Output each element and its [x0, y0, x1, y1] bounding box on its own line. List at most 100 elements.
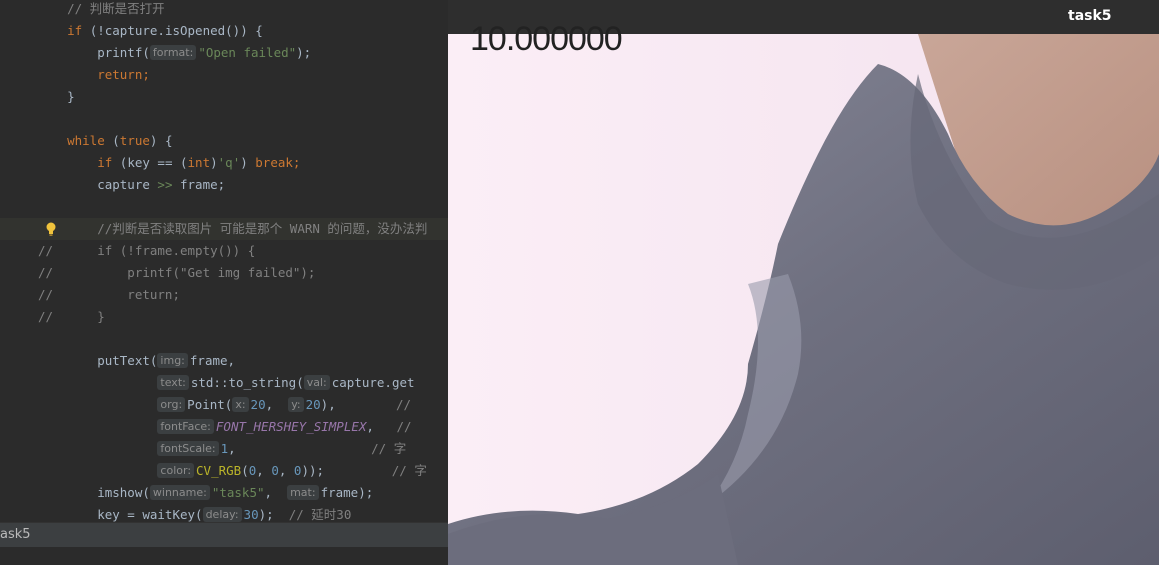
code-token: Point( — [187, 397, 233, 412]
code-token: ); — [296, 45, 312, 60]
code-text: if (!frame.empty()) { — [37, 240, 255, 262]
code-token: capture.get — [331, 375, 415, 390]
code-token: printf("Get img failed"); — [37, 265, 316, 280]
opencv-window[interactable]: task5 10.000000 — [448, 0, 1159, 565]
bottom-bar — [0, 547, 448, 565]
code-token: CV_RGB — [196, 463, 242, 478]
code-text: //判断是否读取图片 可能是那个 WARN 的问题，没办法判 — [37, 218, 427, 240]
parameter-hint: format: — [149, 45, 197, 60]
parameter-hint: y: — [288, 397, 304, 412]
code-line[interactable]: org: Point(x: 20, y: 20), // — [0, 394, 448, 416]
status-bar-text: ask5 — [0, 527, 31, 542]
code-token: ( — [241, 463, 249, 478]
code-text: text: std::to_string(val: capture.get — [37, 372, 415, 394]
code-token: break; — [255, 155, 301, 170]
code-token: >> — [157, 177, 173, 192]
parameter-hint: color: — [157, 463, 195, 478]
code-text: } — [37, 306, 105, 328]
parameter-hint: delay: — [202, 507, 242, 522]
code-line[interactable]: // if (!frame.empty()) { — [0, 240, 448, 262]
code-token: // — [335, 397, 411, 412]
code-token: (key == ( — [119, 155, 188, 170]
code-token: )); — [301, 463, 325, 478]
code-line[interactable]: if (key == (int)'q') break; — [0, 152, 448, 174]
code-text: if (!capture.isOpened()) { — [37, 20, 263, 42]
code-token: } — [37, 309, 105, 324]
code-token: // 字 — [324, 463, 427, 478]
code-token: if — [37, 23, 90, 38]
code-line[interactable]: putText(img: frame, — [0, 350, 448, 372]
code-text: if (key == (int)'q') break; — [37, 152, 300, 174]
code-token: frame, — [189, 353, 236, 368]
code-line[interactable]: text: std::to_string(val: capture.get — [0, 372, 448, 394]
code-token: , — [256, 463, 272, 478]
code-text: capture >> frame; — [37, 174, 225, 196]
code-token: key = waitKey( — [37, 507, 203, 522]
code-token: , — [228, 441, 236, 456]
code-token: , — [366, 419, 374, 434]
code-token: putText( — [37, 353, 158, 368]
code-token: capture — [37, 177, 158, 192]
code-line[interactable]: // printf("Get img failed"); — [0, 262, 448, 284]
code-token: ), — [320, 397, 336, 412]
code-line[interactable]: // } — [0, 306, 448, 328]
code-token: 20 — [305, 397, 321, 412]
code-line[interactable]: return; — [0, 64, 448, 86]
code-token: printf( — [37, 45, 150, 60]
code-token: FONT_HERSHEY_SIMPLEX — [215, 419, 367, 434]
code-text: fontScale: 1, // 字 — [37, 438, 406, 460]
parameter-hint: fontScale: — [157, 441, 219, 456]
code-token: true — [119, 133, 150, 148]
code-token: ) — [210, 155, 218, 170]
parameter-hint: winname: — [149, 485, 210, 500]
code-line[interactable]: fontScale: 1, // 字 — [0, 438, 448, 460]
code-token: ) — [240, 155, 256, 170]
code-text: printf("Get img failed"); — [37, 262, 315, 284]
parameter-hint: text: — [157, 375, 189, 390]
frame-overlay-text: 10.000000 — [470, 20, 623, 58]
code-text: return; — [37, 284, 180, 306]
code-token: ( — [112, 133, 120, 148]
code-line[interactable] — [0, 108, 448, 130]
code-text: while (true) { — [37, 130, 172, 152]
code-token: 0 — [271, 463, 279, 478]
code-token: // 判断是否打开 — [37, 1, 165, 16]
camera-frame — [448, 34, 1159, 565]
code-token: //判断是否读取图片 可能是那个 WARN 的问题，没办法判 — [37, 221, 428, 236]
code-text: org: Point(x: 20, y: 20), // — [37, 394, 411, 416]
parameter-hint: img: — [157, 353, 188, 368]
code-token: // 延时30 — [288, 507, 352, 522]
parameter-hint: mat: — [287, 485, 319, 500]
code-line[interactable]: fontFace: FONT_HERSHEY_SIMPLEX, // — [0, 416, 448, 438]
code-text: } — [37, 86, 75, 108]
code-line[interactable]: capture >> frame; — [0, 174, 448, 196]
code-line[interactable]: while (true) { — [0, 130, 448, 152]
code-token: // — [373, 419, 412, 434]
code-line[interactable]: imshow(winname: "task5", mat: frame); — [0, 482, 448, 504]
parameter-hint: org: — [157, 397, 186, 412]
code-line[interactable] — [0, 196, 448, 218]
code-text: fontFace: FONT_HERSHEY_SIMPLEX, // — [37, 416, 412, 438]
code-editor[interactable]: // 判断是否打开 if (!capture.isOpened()) { pri… — [0, 0, 448, 565]
code-line[interactable]: } — [0, 86, 448, 108]
code-token: frame; — [172, 177, 226, 192]
code-token: if (!frame.empty()) { — [37, 243, 256, 258]
code-text: putText(img: frame, — [37, 350, 235, 372]
code-line[interactable]: //判断是否读取图片 可能是那个 WARN 的问题，没办法判 — [0, 218, 448, 240]
window-title: task5 — [1068, 8, 1112, 24]
code-line[interactable] — [0, 328, 448, 350]
code-line[interactable]: // return; — [0, 284, 448, 306]
code-token: if — [37, 155, 120, 170]
code-token: } — [37, 89, 75, 104]
code-token: ); — [258, 507, 289, 522]
code-line[interactable]: printf(format: "Open failed"); — [0, 42, 448, 64]
code-line[interactable]: color: CV_RGB(0, 0, 0)); // 字 — [0, 460, 448, 482]
code-text: return; — [37, 64, 150, 86]
code-line[interactable]: if (!capture.isOpened()) { — [0, 20, 448, 42]
code-token: std::to_string( — [190, 375, 304, 390]
code-line[interactable]: // 判断是否打开 — [0, 0, 448, 20]
